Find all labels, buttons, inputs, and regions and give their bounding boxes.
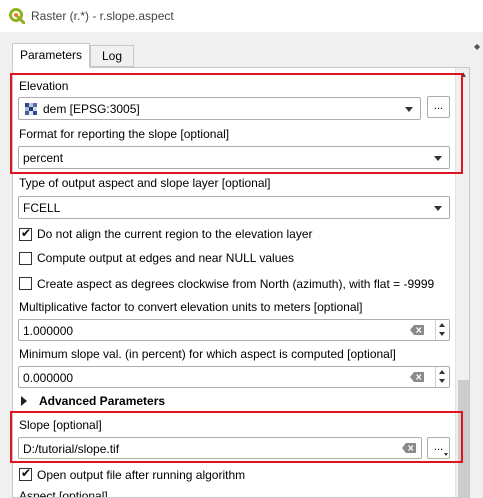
type-value: FCELL	[23, 201, 61, 215]
elevation-value: dem [EPSG:3005]	[43, 102, 140, 116]
chevron-down-icon	[434, 156, 442, 161]
vertical-scrollbar[interactable]: ▲	[455, 68, 469, 497]
elevation-label: Elevation	[19, 79, 69, 93]
aspect-label: Aspect [optional]	[19, 489, 108, 498]
dock-grip-icon[interactable]: ◆	[474, 43, 480, 51]
slope-browse-button[interactable]: ...	[427, 437, 450, 459]
qgis-logo-icon	[9, 8, 25, 24]
type-combo[interactable]: FCELL	[18, 196, 450, 219]
clear-icon[interactable]	[410, 372, 424, 382]
increment-icon	[439, 370, 445, 374]
slope-output-field[interactable]: D:/tutorial/slope.tif	[18, 437, 422, 459]
checkmark-icon: ✔	[21, 466, 32, 480]
multiplicative-value: 1.000000	[23, 324, 74, 338]
tab-parameters[interactable]: Parameters	[12, 43, 90, 68]
align-region-label: Do not align the current region to the e…	[37, 227, 313, 241]
slope-output-value: D:/tutorial/slope.tif	[23, 442, 120, 456]
open-output-label: Open output file after running algorithm	[37, 468, 246, 482]
min-slope-spinbox[interactable]: 0.000000	[18, 366, 450, 388]
chevron-down-icon	[405, 107, 413, 112]
slope-label: Slope [optional]	[19, 418, 102, 432]
parameters-panel: Elevation dem [EPSG:3005] ... Format for…	[12, 67, 470, 498]
min-slope-label: Minimum slope val. (in percent) for whic…	[19, 347, 396, 361]
elevation-browse-button[interactable]: ...	[427, 96, 450, 118]
azimuth-label: Create aspect as degrees clockwise from …	[37, 277, 435, 291]
align-region-checkbox[interactable]: ✔	[19, 226, 32, 241]
parameters-scroll-area: Elevation dem [EPSG:3005] ... Format for…	[13, 68, 454, 498]
scrollbar-thumb[interactable]	[458, 380, 469, 497]
slope-browse-label: ...	[433, 441, 444, 453]
format-value: percent	[23, 151, 64, 165]
multiplicative-label: Multiplicative factor to convert elevati…	[19, 300, 363, 314]
increment-icon	[439, 323, 445, 327]
clear-icon[interactable]	[410, 325, 424, 335]
advanced-parameters-label: Advanced Parameters	[39, 394, 166, 408]
stepper-buttons[interactable]	[435, 320, 449, 340]
elevation-combo[interactable]: dem [EPSG:3005]	[18, 97, 421, 120]
title-bar: Raster (r.*) - r.slope.aspect	[0, 0, 483, 32]
raster-layer-icon	[25, 103, 37, 115]
compute-edges-checkbox[interactable]	[19, 252, 32, 265]
type-label: Type of output aspect and slope layer [o…	[19, 176, 271, 190]
window-title: Raster (r.*) - r.slope.aspect	[31, 9, 174, 23]
decrement-icon	[439, 332, 445, 336]
chevron-down-icon	[434, 206, 442, 211]
expand-arrow-icon	[21, 396, 27, 406]
format-combo[interactable]: percent	[18, 146, 450, 169]
checkmark-icon: ✔	[21, 226, 32, 240]
tab-log[interactable]: Log	[90, 45, 134, 67]
multiplicative-spinbox[interactable]: 1.000000	[18, 319, 450, 341]
min-slope-value: 0.000000	[23, 371, 74, 385]
azimuth-checkbox[interactable]	[19, 277, 32, 290]
clear-icon[interactable]	[402, 443, 416, 453]
decrement-icon	[439, 379, 445, 383]
compute-edges-label: Compute output at edges and near NULL va…	[37, 251, 295, 265]
open-output-checkbox[interactable]: ✔	[19, 466, 32, 481]
format-label: Format for reporting the slope [optional…	[19, 127, 230, 141]
stepper-buttons[interactable]	[435, 367, 449, 387]
scroll-up-icon[interactable]: ▲	[456, 70, 469, 80]
chevron-down-icon	[444, 453, 448, 456]
